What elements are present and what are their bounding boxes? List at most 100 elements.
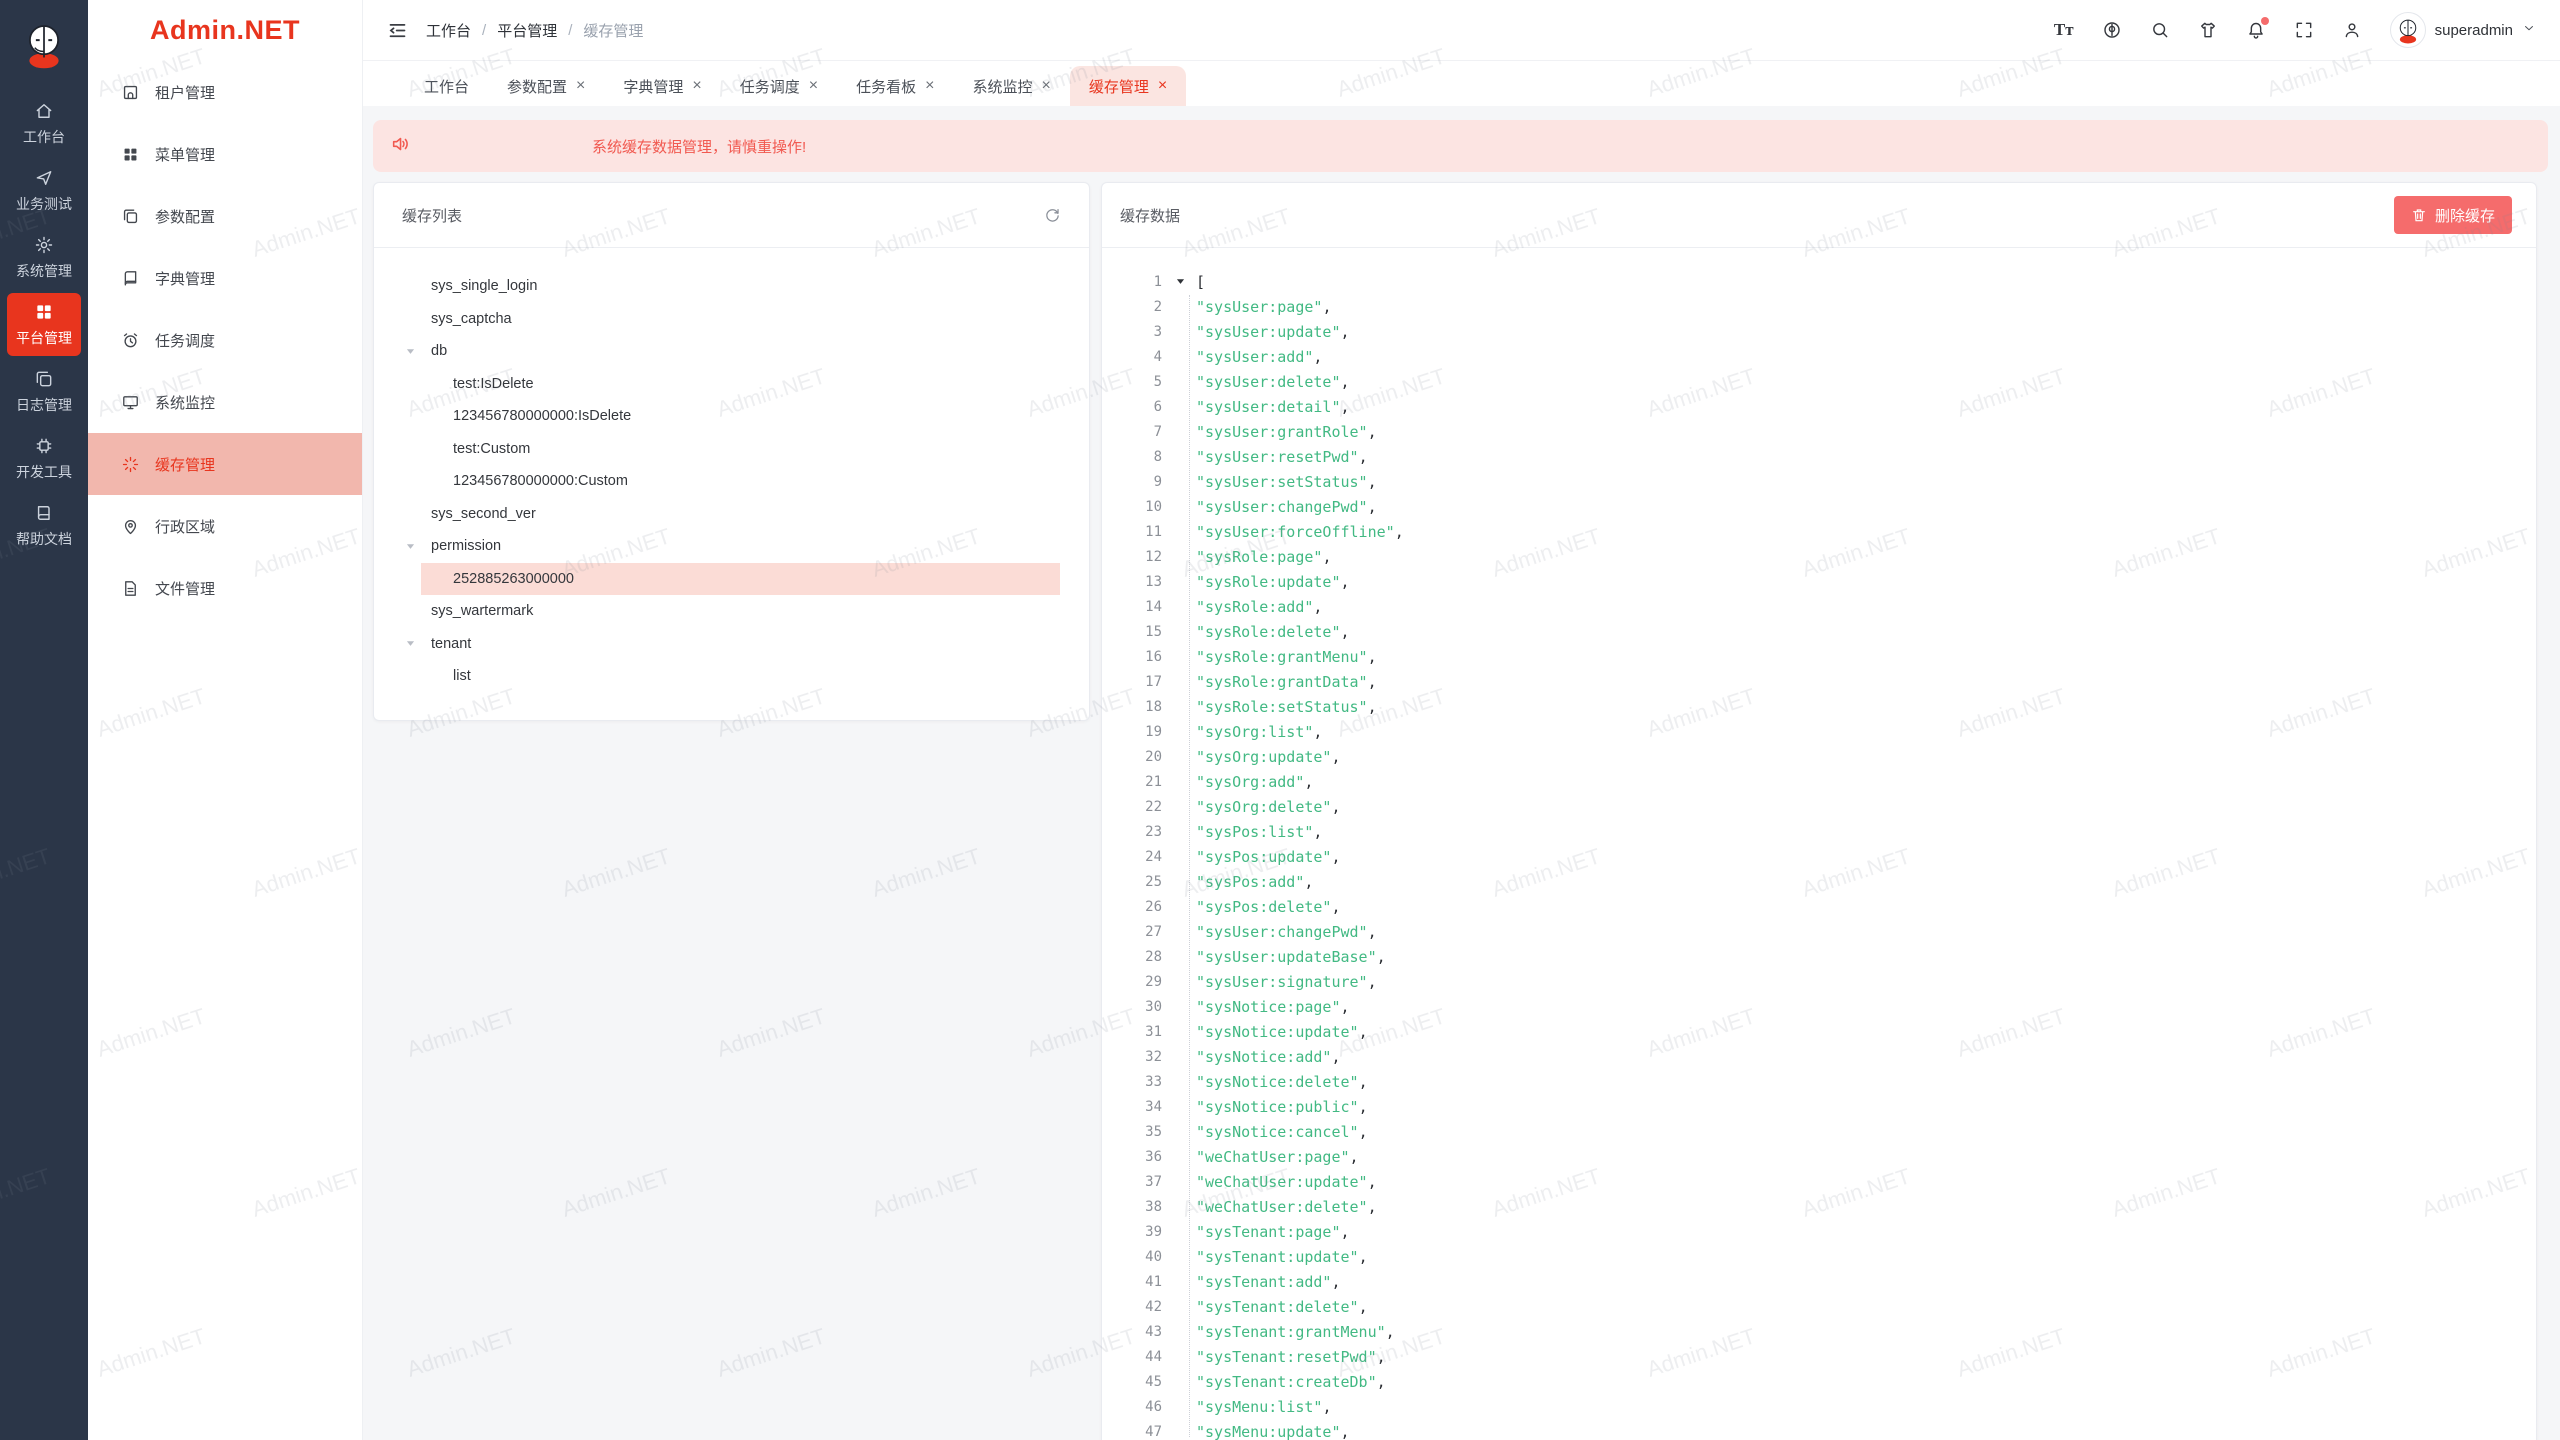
- tree-node[interactable]: sys_wartermark: [399, 595, 1060, 628]
- tab-label: 任务调度: [740, 76, 800, 97]
- rail-item[interactable]: 开发工具: [7, 427, 81, 490]
- sidebar-item[interactable]: 字典管理: [88, 247, 362, 309]
- code-value: "sysUser:forceOffline",: [1189, 523, 1404, 541]
- fullscreen-icon[interactable]: [2294, 20, 2314, 40]
- tree-node[interactable]: sys_single_login: [399, 270, 1060, 303]
- line-number: 4: [1117, 349, 1162, 365]
- refresh-icon[interactable]: [1044, 207, 1061, 224]
- code-line: 8"sysUser:resetPwd",: [1102, 444, 2536, 469]
- sidebar-item[interactable]: 文件管理: [88, 557, 362, 619]
- tab[interactable]: 工作台: [405, 66, 488, 106]
- line-number: 29: [1117, 974, 1162, 990]
- user-menu[interactable]: superadmin: [2390, 12, 2536, 48]
- caret-down-icon[interactable]: [405, 346, 431, 357]
- rail-item[interactable]: 业务测试: [7, 159, 81, 222]
- tree-node[interactable]: test:Custom: [421, 433, 1060, 466]
- sidebar-item[interactable]: 参数配置: [88, 185, 362, 247]
- line-number: 27: [1117, 924, 1162, 940]
- fold-caret-icon[interactable]: [1162, 276, 1189, 287]
- tree-node-label: permission: [431, 538, 501, 554]
- line-number: 41: [1117, 1274, 1162, 1290]
- code-line: 2"sysUser:page",: [1102, 294, 2536, 319]
- line-number: 9: [1117, 474, 1162, 490]
- tree-node[interactable]: list: [421, 660, 1060, 693]
- menu-fold-icon[interactable]: [387, 20, 408, 41]
- line-number: 12: [1117, 549, 1162, 565]
- rail-item[interactable]: 平台管理: [7, 293, 81, 356]
- tab[interactable]: 任务调度 ×: [721, 66, 837, 106]
- search-icon[interactable]: [2150, 20, 2170, 40]
- line-number: 25: [1117, 874, 1162, 890]
- line-number: 40: [1117, 1249, 1162, 1265]
- rail-item[interactable]: 日志管理: [7, 360, 81, 423]
- rail-item[interactable]: 帮助文档: [7, 494, 81, 557]
- tree-node[interactable]: 123456780000000:Custom: [421, 465, 1060, 498]
- tab-close-icon[interactable]: ×: [925, 78, 934, 94]
- tab[interactable]: 任务看板×: [837, 66, 953, 106]
- tree-node[interactable]: db: [399, 335, 1060, 368]
- tab[interactable]: 缓存管理×: [1070, 66, 1186, 106]
- code-value: "weChatUser:page",: [1189, 1148, 1359, 1166]
- code-line: 24"sysPos:update",: [1102, 844, 2536, 869]
- sidebar-item[interactable]: 系统监控: [88, 371, 362, 433]
- tree-node[interactable]: sys_second_ver: [399, 498, 1060, 531]
- sidebar-item[interactable]: 任务调度: [88, 309, 362, 371]
- caret-down-icon[interactable]: [405, 638, 431, 649]
- tab-label: 字典管理: [623, 76, 683, 97]
- code-line: 11 "sysUser:forceOffline",: [1102, 519, 2536, 544]
- rail-item[interactable]: 系统管理: [7, 226, 81, 289]
- line-number: 22: [1117, 799, 1162, 815]
- rail-nav: 工作台业务测试系统管理平台管理日志管理开发工具帮助文档: [0, 90, 88, 559]
- tab-close-icon[interactable]: ×: [809, 78, 818, 94]
- code-value: "sysMenu:list",: [1189, 1398, 1331, 1416]
- tab-label: 系统监控: [972, 76, 1032, 97]
- username: superadmin: [2435, 22, 2513, 39]
- sidebar-item[interactable]: 菜单管理: [88, 123, 362, 185]
- line-number: 11: [1117, 524, 1162, 540]
- code-value: "sysRole:grantData",: [1189, 673, 1377, 691]
- code-value: "sysTenant:update",: [1189, 1248, 1368, 1266]
- tab[interactable]: 字典管理 ×: [604, 66, 720, 106]
- rail-item[interactable]: 工作台: [7, 92, 81, 155]
- sidebar-item[interactable]: 行政区域: [88, 495, 362, 557]
- code-line: 1[: [1102, 269, 2536, 294]
- tab[interactable]: 参数配置×: [488, 66, 604, 106]
- delete-cache-button[interactable]: 删除缓存: [2394, 196, 2512, 234]
- tab[interactable]: 系统监控 ×: [953, 66, 1069, 106]
- tree-node[interactable]: 252885263000000: [421, 563, 1060, 596]
- breadcrumb-separator: /: [568, 22, 572, 39]
- tab-close-icon[interactable]: ×: [576, 78, 585, 94]
- tab-close-icon[interactable]: ×: [1041, 78, 1050, 94]
- theme-icon[interactable]: [2198, 20, 2218, 40]
- tree-node[interactable]: sys_captcha: [399, 303, 1060, 336]
- chevron-down-icon: [2522, 21, 2536, 40]
- language-icon[interactable]: [2102, 20, 2122, 40]
- book-icon: [34, 503, 54, 523]
- tree-node-label: db: [431, 343, 447, 359]
- tab-close-icon[interactable]: ×: [692, 78, 701, 94]
- code-value: "sysTenant:grantMenu",: [1189, 1323, 1395, 1341]
- tab-close-icon[interactable]: ×: [1158, 78, 1167, 94]
- tree-node[interactable]: tenant: [399, 628, 1060, 661]
- code-value: "sysRole:delete",: [1189, 623, 1350, 641]
- rail-item-label: 系统管理: [16, 261, 72, 281]
- bell-icon[interactable]: [2246, 20, 2266, 40]
- code-value: "sysUser:delete",: [1189, 373, 1350, 391]
- code-line: 32"sysNotice:add",: [1102, 1044, 2536, 1069]
- breadcrumb-separator: /: [482, 22, 486, 39]
- tree-node[interactable]: 123456780000000:IsDelete: [421, 400, 1060, 433]
- breadcrumb-item[interactable]: 工作台: [426, 20, 471, 41]
- top-header: 工作台/平台管理/缓存管理 Tтsuperadmin: [363, 0, 2560, 61]
- paper-plane-icon: [34, 168, 54, 188]
- sidebar-nav: 租户管理菜单管理参数配置字典管理任务调度系统监控缓存管理行政区域文件管理: [88, 61, 362, 619]
- caret-down-icon[interactable]: [405, 541, 431, 552]
- user-icon[interactable]: [2342, 20, 2362, 40]
- sidebar-item[interactable]: 租户管理: [88, 61, 362, 123]
- cache-data-panel: 缓存数据 删除缓存 1[2"sysUser:page",3"sysUser:up…: [1101, 182, 2537, 1440]
- tree-node[interactable]: permission: [399, 530, 1060, 563]
- tree-node[interactable]: test:IsDelete: [421, 368, 1060, 401]
- breadcrumb-item[interactable]: 平台管理: [497, 20, 557, 41]
- sidebar-item[interactable]: 缓存管理: [88, 433, 362, 495]
- font-size-icon[interactable]: Tт: [2054, 20, 2074, 40]
- code-value: "sysTenant:createDb",: [1189, 1373, 1386, 1391]
